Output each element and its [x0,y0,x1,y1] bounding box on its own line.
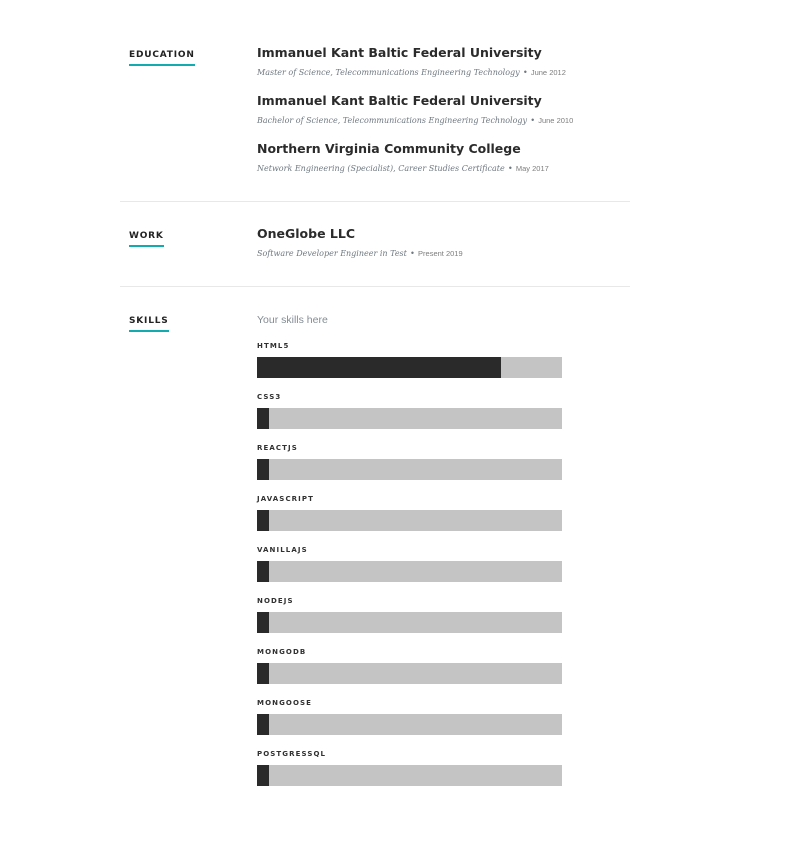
skill-item: REACTJS [257,443,562,489]
school-name: Northern Virginia Community College [257,141,521,156]
skill-item: CSS3 [257,392,562,438]
skill-bar-track [257,612,562,633]
job-date: Present 2019 [418,249,463,258]
graduation-date: May 2017 [515,164,549,173]
degree-text: Master of Science, Telecommunications En… [257,68,520,77]
skill-bar-track [257,357,562,378]
work-section: WORK OneGlobe LLC Software Developer Eng… [120,226,630,269]
skills-intro-text: Your skills here [257,314,328,326]
skill-bar-fill [257,663,269,684]
skill-name: HTML5 [257,342,290,350]
education-entry: Northern Virginia Community College Netw… [257,141,549,175]
education-entry: Immanuel Kant Baltic Federal University … [257,93,573,127]
bullet-separator: • [410,248,415,258]
skill-bar-track [257,561,562,582]
skills-content: Your skills here HTML5 CSS3 REACTJS JAVA… [257,313,630,793]
school-name: Immanuel Kant Baltic Federal University [257,93,542,108]
skill-item: JAVASCRIPT [257,494,562,540]
education-entry: Immanuel Kant Baltic Federal University … [257,45,566,79]
bullet-separator: • [523,67,527,77]
skill-bar-track [257,459,562,480]
bullet-separator: • [508,163,512,173]
degree-text: Bachelor of Science, Telecommunications … [257,116,528,125]
skill-item: MONGOOSE [257,698,562,744]
bullet-separator: • [531,115,535,125]
skill-item: NODEJS [257,596,562,642]
skill-name: REACTJS [257,444,298,452]
skill-bar-fill [257,765,269,786]
degree-info: Master of Science, Telecommunications En… [257,65,566,79]
skill-name: MONGODB [257,648,307,656]
skill-name: NODEJS [257,597,294,605]
skill-bar-fill [257,714,269,735]
skill-bar-fill [257,510,269,531]
skill-bar-track [257,510,562,531]
section-divider [120,201,630,202]
work-entry: OneGlobe LLC Software Developer Engineer… [257,226,463,260]
skill-bar-fill [257,561,269,582]
graduation-date: June 2010 [538,116,574,125]
skill-bar-track [257,408,562,429]
skill-bar-track [257,765,562,786]
skill-item: POSTGRESSQL [257,749,562,795]
skill-name: POSTGRESSQL [257,750,327,758]
skill-bar-track [257,663,562,684]
skill-bar-fill [257,357,501,378]
school-name: Immanuel Kant Baltic Federal University [257,45,542,60]
skills-heading: SKILLS [129,316,169,332]
skill-bar-fill [257,459,269,480]
skill-name: VANILLAJS [257,546,308,554]
skill-bar-track [257,714,562,735]
skill-bar-fill [257,408,269,429]
skill-bar-fill [257,612,269,633]
skill-name: CSS3 [257,393,282,401]
education-heading: EDUCATION [129,50,195,66]
work-heading: WORK [129,231,164,247]
company-name: OneGlobe LLC [257,226,356,241]
education-section: EDUCATION Immanuel Kant Baltic Federal U… [120,45,630,178]
job-title: Software Developer Engineer in Test [257,249,407,258]
skill-name: JAVASCRIPT [257,495,314,503]
graduation-date: June 2012 [530,68,566,77]
skills-section: SKILLS Your skills here HTML5 CSS3 REACT… [120,313,630,793]
degree-info: Network Engineering (Specialist), Career… [257,161,549,175]
section-divider [120,286,630,287]
skill-item: HTML5 [257,341,562,387]
degree-text: Network Engineering (Specialist), Career… [257,164,505,173]
skill-item: MONGODB [257,647,562,693]
skill-name: MONGOOSE [257,699,313,707]
degree-info: Bachelor of Science, Telecommunications … [257,113,573,127]
job-info: Software Developer Engineer in Test • Pres… [257,246,463,260]
skill-item: VANILLAJS [257,545,562,591]
